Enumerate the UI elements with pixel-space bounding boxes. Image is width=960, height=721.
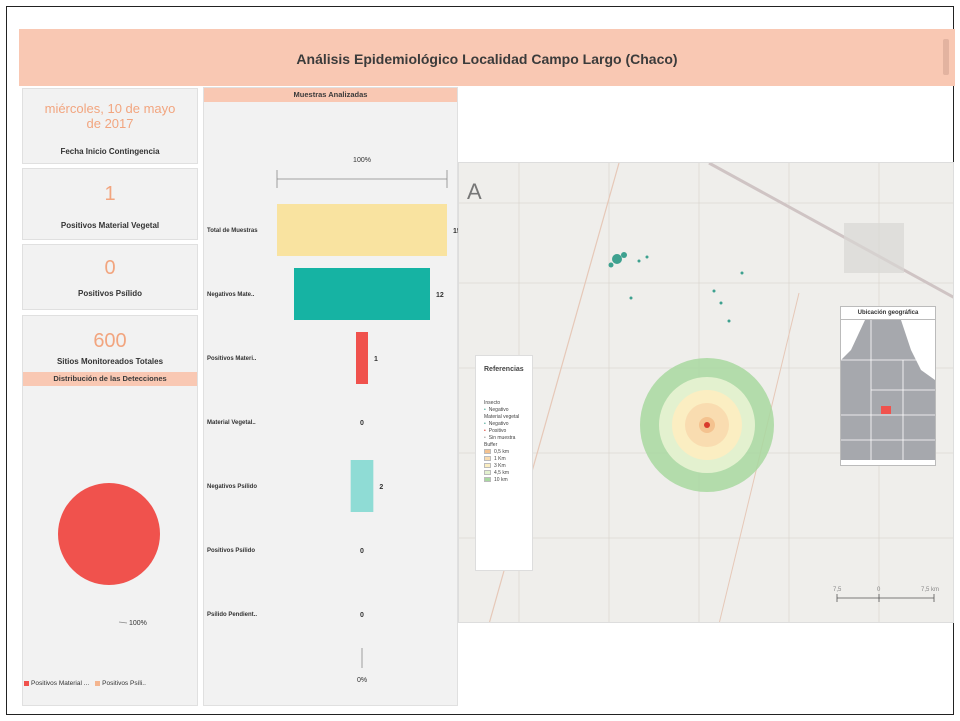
legend-item-veg-positive: • Positivo [484, 427, 507, 434]
samples-bar-chart: 100%Total de Muestras15Negativos Mate..1… [207, 157, 459, 684]
bar-category-label: Negativos Mate.. [207, 292, 255, 298]
pie-legend-psyllid-label: Positivos Psíli.. [102, 680, 146, 687]
kpi-psyllid-label: Positivos Psílido [77, 289, 142, 298]
kpi-card-start-date: miércoles, 10 de mayo de 2017 Fecha Inic… [22, 88, 198, 164]
legend-heading-buffer: Buffer [484, 441, 498, 448]
legend-swatch-psyllid [95, 680, 101, 686]
positive-sample-point[interactable] [704, 422, 710, 428]
map-legend-title: Referencias [484, 366, 524, 373]
inset-title: Ubicación geográfica [841, 307, 935, 320]
legend-item-veg-negative: • Negativo [484, 420, 509, 427]
map-scale-bar: 7,5 0 7,5 km [833, 587, 939, 602]
kpi-card-psyllid-positives: 0 Positivos Psílido [22, 244, 198, 310]
map-town-area [844, 223, 904, 273]
kpi-date-label: Fecha Inicio Contingencia [60, 147, 160, 156]
pie-legend-veg-label: Positivos Material ... [31, 680, 90, 687]
inset-location-marker [881, 406, 891, 414]
title-scrollbar[interactable] [943, 39, 949, 75]
map-sample-points [608, 252, 744, 323]
buffer-swatch-3km [484, 463, 491, 468]
bar-category-label: Positivos Psílido [207, 548, 255, 554]
pie-percent-label: 100% [129, 620, 147, 627]
kpi-card-veg-positives: 1 Positivos Material Vegetal [22, 168, 198, 240]
bar-category-label: Material Vegetal.. [207, 420, 256, 426]
buffer-swatch-1km [484, 456, 491, 461]
pie-legend: Positivos Material ... Positivos Psíli.. [24, 680, 146, 687]
bottom-axis-label: 0% [357, 677, 367, 684]
kpi-veg-label: Positivos Material Vegetal [60, 221, 160, 230]
map-legend: Referencias Insecto • Negativo Material v… [475, 355, 533, 571]
legend-item-veg-no-sample: • Sin muestra [484, 434, 516, 441]
legend-heading-insect: Insecto [484, 399, 501, 406]
buffer-swatch-4-5km [484, 470, 491, 475]
pie-legend-item-veg[interactable]: Positivos Material ... [24, 680, 89, 687]
pie-slice-veg-positives[interactable] [58, 483, 160, 585]
samples-header: Muestras Analizadas [204, 88, 457, 102]
kpi-psyllid-value: 0 [104, 257, 116, 279]
location-inset-map: Ubicación geográfica [840, 306, 936, 466]
scale-label-right: 7,5 km [921, 587, 939, 593]
scale-label-center: 0 [877, 587, 881, 593]
bar[interactable] [294, 268, 430, 320]
bar-category-label: Negativos Psílido [207, 484, 257, 490]
bar-value-label: 2 [379, 484, 383, 491]
dashboard-title: Análisis Epidemiológico Localidad Campo … [296, 51, 678, 67]
bar[interactable] [277, 204, 447, 256]
kpi-date-value: miércoles, 10 de mayo de 2017 [44, 101, 176, 131]
bar-value-label: 12 [436, 292, 444, 299]
title-bar: Análisis Epidemiológico Localidad Campo … [19, 29, 955, 86]
bar-category-label: Positivos Materi.. [207, 356, 257, 362]
bar-value-label: 0 [360, 548, 364, 555]
bar[interactable] [356, 332, 368, 384]
kpi-veg-value: 1 [104, 183, 116, 205]
buffer-swatch-10km [484, 477, 491, 482]
bar-value-label: 0 [360, 420, 364, 427]
map-buffer-rings [640, 358, 774, 492]
bar[interactable] [350, 460, 374, 512]
legend-item-insect-negative: • Negativo [484, 406, 509, 413]
legend-item-buffer-10km: 10 km [476, 476, 532, 483]
bar-value-label: 0 [360, 612, 364, 619]
kpi-sites-value: 600 [93, 330, 127, 352]
buffer-swatch-0-5km [484, 449, 491, 454]
inset-canvas [841, 320, 935, 460]
top-axis-label: 100% [353, 157, 371, 164]
map-main-road [708, 163, 953, 299]
legend-item-buffer-3km: 3 Km [476, 462, 532, 469]
distribution-pie-chart: 100% [58, 483, 160, 627]
pie-legend-item-psyllid[interactable]: Positivos Psíli.. [95, 680, 146, 687]
scale-label-left: 7,5 [833, 587, 842, 593]
bar-category-label: Psílido Pendient.. [207, 612, 257, 618]
distribution-header: Distribución de las Detecciones [23, 372, 197, 386]
bar-value-label: 1 [374, 356, 378, 363]
legend-heading-veg: Material vegetal [484, 413, 520, 420]
samples-panel: Muestras Analizadas 100% Total de Muestra… [203, 87, 459, 706]
legend-item-buffer-0-5km: 0,5 km [476, 448, 532, 455]
map-panel-letter: A [467, 179, 482, 204]
pie-label-leader [118, 621, 128, 624]
distribution-panel: 600 Sitios Monitoreados Totales Distribu… [22, 315, 198, 706]
legend-swatch-veg [24, 680, 29, 686]
bar-category-label: Total de Muestras [207, 228, 258, 234]
legend-item-buffer-1km: 1 Km [476, 455, 532, 462]
legend-item-buffer-4-5km: 4,5 km [476, 469, 532, 476]
kpi-sites-label: Sitios Monitoreados Totales [56, 357, 164, 366]
